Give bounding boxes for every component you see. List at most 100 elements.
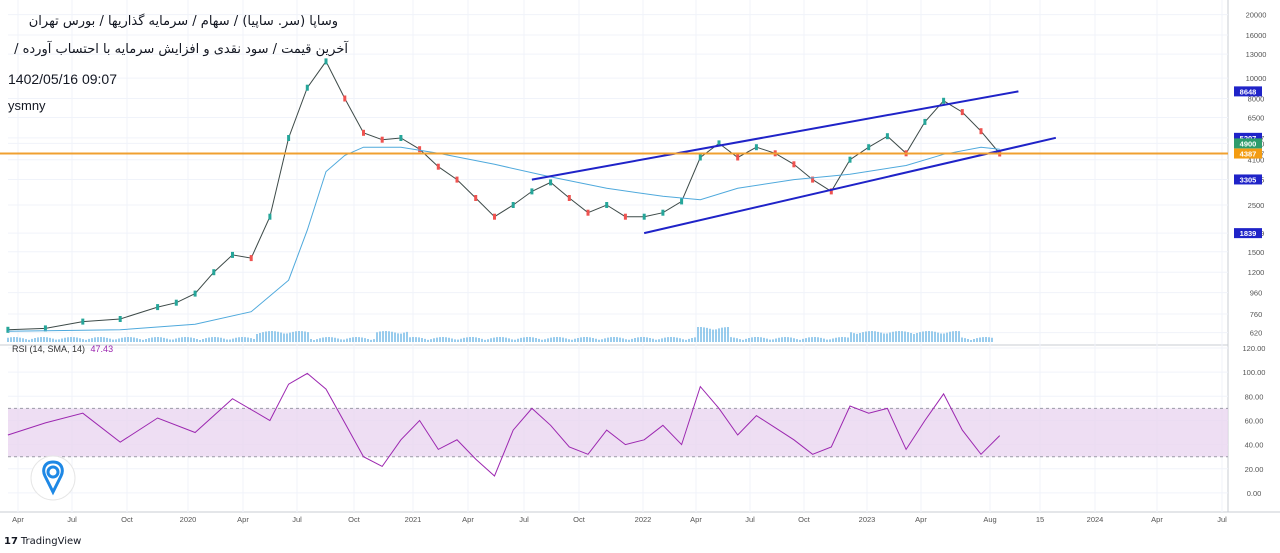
price-candle bbox=[623, 213, 627, 220]
rsi-last-value: 47.43 bbox=[90, 344, 114, 354]
time-tick-label: 2021 bbox=[405, 515, 422, 524]
rsi-title: RSI (14, SMA, 14) bbox=[12, 344, 86, 354]
tradingview-brand: TradingView bbox=[20, 536, 82, 547]
price-candle bbox=[605, 202, 609, 208]
price-candle bbox=[680, 198, 684, 205]
time-tick-label: Apr bbox=[462, 515, 474, 524]
rsi-legend[interactable]: RSI (14, SMA, 14) 47.43 bbox=[12, 344, 113, 354]
rsi-tick-label: 100.00 bbox=[1243, 368, 1266, 377]
price-label-4900: 4900 bbox=[1234, 138, 1262, 149]
chart-datetime: 1402/05/16 09:07 bbox=[8, 71, 117, 87]
price-candle bbox=[792, 161, 796, 168]
time-tick-label: Oct bbox=[121, 515, 134, 524]
time-tick-label: Apr bbox=[690, 515, 702, 524]
price-label-4387: 4387 bbox=[1234, 148, 1262, 159]
price-label-1839: 1839 bbox=[1234, 228, 1262, 239]
price-candle bbox=[343, 95, 347, 102]
price-tick-label: 960 bbox=[1250, 289, 1263, 298]
price-candle bbox=[324, 58, 328, 65]
price-candle bbox=[6, 326, 10, 333]
rsi-tick-label: 20.00 bbox=[1245, 465, 1264, 474]
time-tick-label: Apr bbox=[915, 515, 927, 524]
price-candle bbox=[418, 146, 422, 153]
price-candle bbox=[436, 163, 440, 170]
time-tick-label: Oct bbox=[348, 515, 361, 524]
drop-pin-icon[interactable] bbox=[30, 452, 76, 504]
chart-author: ysmny bbox=[8, 98, 46, 113]
price-candle bbox=[923, 118, 927, 125]
price-candle bbox=[567, 195, 571, 201]
price-candle bbox=[399, 135, 403, 141]
price-tick-label: 6500 bbox=[1248, 114, 1265, 123]
svg-text:1839: 1839 bbox=[1240, 229, 1257, 238]
price-candle bbox=[586, 209, 590, 216]
rsi-tick-label: 0.00 bbox=[1247, 489, 1262, 498]
time-tick-label: Jul bbox=[745, 515, 755, 524]
price-candle bbox=[848, 156, 852, 163]
price-candle bbox=[736, 154, 740, 161]
price-tick-label: 16000 bbox=[1246, 31, 1267, 40]
price-candle bbox=[960, 109, 964, 116]
price-candle bbox=[867, 144, 871, 151]
rsi-tick-label: 120.00 bbox=[1243, 344, 1266, 353]
price-candle bbox=[249, 255, 253, 262]
price-candle bbox=[698, 154, 702, 161]
price-candle bbox=[174, 299, 178, 306]
price-candle bbox=[493, 213, 496, 220]
rsi-tick-label: 60.00 bbox=[1245, 416, 1264, 425]
price-tick-label: 13000 bbox=[1246, 50, 1267, 59]
time-tick-label: Oct bbox=[798, 515, 811, 524]
price-tick-label: 760 bbox=[1250, 310, 1263, 319]
time-tick-label: Jul bbox=[1217, 515, 1227, 524]
time-tick-label: Apr bbox=[237, 515, 249, 524]
svg-text:8648: 8648 bbox=[1240, 87, 1257, 96]
price-candle bbox=[885, 133, 889, 140]
price-label-3305: 3305 bbox=[1234, 174, 1262, 185]
price-candle bbox=[193, 290, 197, 297]
time-tick-label: Aug bbox=[983, 515, 996, 524]
chart-canvas[interactable]: 2000016000130001000080006500520749004387… bbox=[0, 0, 1280, 553]
time-tick-label: Jul bbox=[519, 515, 529, 524]
time-tick-label: Jul bbox=[67, 515, 77, 524]
price-candle bbox=[118, 316, 122, 322]
chart-title-line1: وساپا (سر. ساپیا) / سهام / سرمایه گذاریه… bbox=[28, 14, 338, 29]
price-candle bbox=[942, 97, 946, 104]
rsi-tick-label: 80.00 bbox=[1245, 392, 1264, 401]
time-tick-label: 2022 bbox=[635, 515, 652, 524]
time-tick-label: Oct bbox=[573, 515, 586, 524]
time-tick-label: 2020 bbox=[180, 515, 197, 524]
price-candle bbox=[642, 213, 646, 220]
time-tick-label: 2024 bbox=[1087, 515, 1104, 524]
rsi-overbought-oversold-band bbox=[8, 408, 1228, 457]
chart-title-line2: آخرین قیمت / سود نقدی و افزایش سرمایه با… bbox=[14, 42, 348, 57]
time-tick-label: Apr bbox=[12, 515, 24, 524]
price-candle bbox=[287, 135, 291, 141]
price-candle bbox=[530, 188, 534, 195]
price-tick-label: 20000 bbox=[1246, 11, 1267, 20]
tradingview-footer[interactable]: 17 TradingView bbox=[4, 536, 81, 547]
rsi-tick-label: 40.00 bbox=[1245, 441, 1264, 450]
price-candle bbox=[549, 179, 553, 186]
rsi-band bbox=[8, 407, 1228, 458]
price-candle bbox=[81, 318, 85, 325]
price-candle bbox=[156, 304, 160, 311]
price-candle bbox=[455, 176, 459, 183]
time-tick-label: Apr bbox=[1151, 515, 1163, 524]
price-candle bbox=[474, 195, 478, 201]
price-candle bbox=[661, 209, 665, 216]
price-tick-label: 2500 bbox=[1248, 201, 1265, 210]
tradingview-logo-icon: 17 bbox=[4, 536, 18, 547]
svg-text:3305: 3305 bbox=[1240, 175, 1257, 184]
price-tick-label: 1500 bbox=[1248, 248, 1265, 257]
price-candle bbox=[231, 251, 234, 258]
price-candle bbox=[979, 128, 983, 135]
price-candle bbox=[362, 129, 365, 136]
price-candle bbox=[380, 136, 384, 143]
price-tick-label: 10000 bbox=[1246, 74, 1267, 83]
price-candle bbox=[754, 144, 758, 151]
time-tick-label: 15 bbox=[1036, 515, 1044, 524]
price-label-8648: 8648 bbox=[1234, 86, 1262, 97]
price-candle bbox=[212, 269, 216, 276]
price-candle bbox=[305, 84, 309, 91]
time-tick-label: 2023 bbox=[859, 515, 876, 524]
